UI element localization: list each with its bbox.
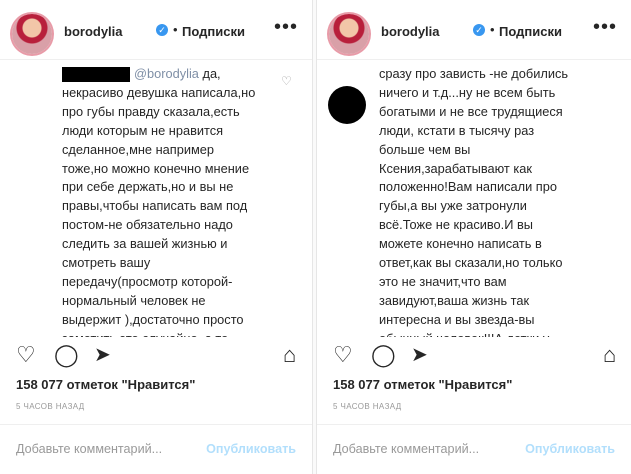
comment-body: сразу про зависть -не добились ничего и … <box>379 60 609 337</box>
avatar[interactable] <box>329 14 369 54</box>
post-panel-right: borodylia ✓ • Подписки ••• сразу про зав… <box>317 0 631 474</box>
follow-button[interactable]: Подписки <box>499 24 562 39</box>
comment-icon[interactable]: ◯ <box>54 342 79 368</box>
comment-form: Добавьте комментарий... Опубликовать <box>0 424 312 474</box>
redacted-username <box>62 67 130 83</box>
username-link[interactable]: borodylia <box>381 24 440 39</box>
post-panel-left: borodylia ✓ • Подписки ••• @borodylia да… <box>0 0 312 474</box>
more-icon[interactable]: ••• <box>274 16 298 39</box>
publish-button[interactable]: Опубликовать <box>525 442 615 456</box>
username-link[interactable]: borodylia <box>64 24 123 39</box>
likes-count[interactable]: 158 077 отметок "Нравится" <box>333 377 512 392</box>
post-header: borodylia ✓ • Подписки ••• <box>0 0 312 60</box>
follow-button[interactable]: Подписки <box>182 24 245 39</box>
verified-badge-icon: ✓ <box>156 24 168 36</box>
avatar[interactable] <box>12 14 52 54</box>
comment-input[interactable]: Добавьте комментарий... <box>16 442 162 456</box>
post-header: borodylia ✓ • Подписки ••• <box>317 0 631 60</box>
comment-content: да, некрасиво девушка написала,но про гу… <box>62 66 256 337</box>
bookmark-icon[interactable]: ⌂ <box>283 342 296 368</box>
share-icon[interactable]: ➤ <box>411 342 428 367</box>
comment-content: сразу про зависть -не добились ничего и … <box>379 66 569 337</box>
comment-input[interactable]: Добавьте комментарий... <box>333 442 479 456</box>
likes-count[interactable]: 158 077 отметок "Нравится" <box>16 377 195 392</box>
heart-icon[interactable]: ♡ <box>16 342 36 368</box>
mention-link[interactable]: @borodylia <box>134 66 199 81</box>
comment-body: @borodylia да, некрасиво девушка написал… <box>62 60 292 337</box>
comment-icon[interactable]: ◯ <box>371 342 396 368</box>
comment-text: @borodylia да, некрасиво девушка написал… <box>62 60 292 337</box>
post-actions: ♡ ◯ ➤ ⌂ <box>0 338 312 376</box>
heart-icon[interactable]: ♡ <box>333 342 353 368</box>
publish-button[interactable]: Опубликовать <box>206 442 296 456</box>
separator-dot: • <box>173 22 178 37</box>
timestamp[interactable]: 5 часов назад <box>333 402 402 411</box>
post-actions: ♡ ◯ ➤ ⌂ <box>317 338 631 376</box>
share-icon[interactable]: ➤ <box>94 342 111 367</box>
comment-form: Добавьте комментарий... Опубликовать <box>317 424 631 474</box>
separator-dot: • <box>490 22 495 37</box>
verified-badge-icon: ✓ <box>473 24 485 36</box>
bookmark-icon[interactable]: ⌂ <box>603 342 616 368</box>
redacted-avatar-dot <box>328 86 366 124</box>
small-heart-icon[interactable]: ♡ <box>281 74 292 88</box>
timestamp[interactable]: 5 часов назад <box>16 402 85 411</box>
more-icon[interactable]: ••• <box>593 16 617 39</box>
